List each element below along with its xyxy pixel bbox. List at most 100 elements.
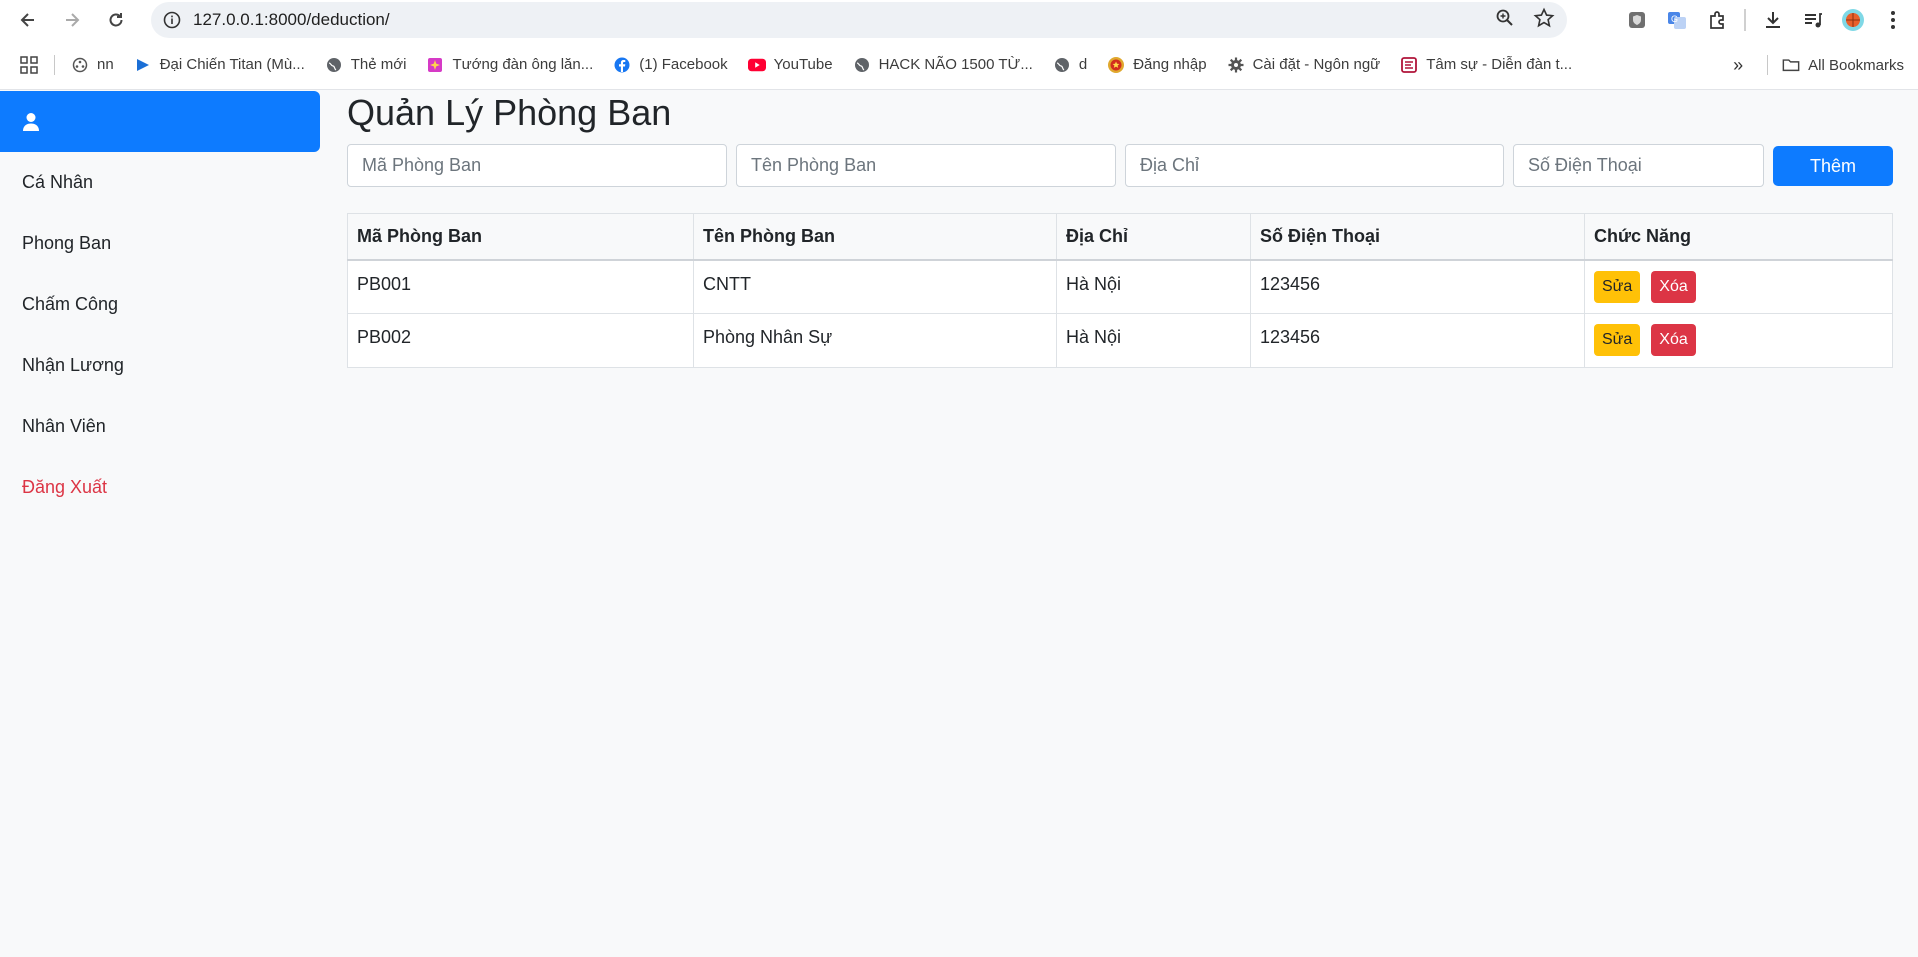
chevron-double-right-icon[interactable]: » — [1733, 55, 1743, 76]
emblem-icon — [1107, 56, 1125, 74]
bookmark-label: Thẻ mới — [350, 56, 407, 73]
address-bar[interactable]: 127.0.0.1:8000/deduction/ — [151, 2, 1567, 38]
gear-icon — [1227, 56, 1245, 74]
delete-button[interactable]: Xóa — [1651, 270, 1696, 303]
edit-button[interactable]: Sửa — [1594, 324, 1641, 356]
url-text: 127.0.0.1:8000/deduction/ — [193, 10, 390, 29]
cell-actions: Sửa Xóa — [1584, 313, 1893, 368]
department-table: Mã Phòng Ban Tên Phòng Ban Địa Chỉ Số Đi… — [347, 213, 1893, 368]
translate-extension-icon[interactable]: G — [1664, 7, 1690, 33]
column-header: Mã Phòng Ban — [347, 213, 694, 261]
column-header: Chức Năng — [1584, 213, 1893, 261]
sidebar-item-nhan-vien[interactable]: Nhân Viên — [0, 396, 320, 457]
bookmark-label: HACK NÃO 1500 TỪ... — [878, 56, 1033, 73]
forward-button[interactable] — [52, 0, 92, 40]
puzzle-extensions-icon[interactable] — [1704, 7, 1730, 33]
all-bookmarks-button[interactable]: All Bookmarks — [1774, 50, 1904, 80]
bookmark-item[interactable]: Tướng đàn ông lăn... — [416, 50, 603, 80]
youtube-icon — [747, 56, 766, 74]
back-button[interactable] — [8, 0, 48, 40]
facebook-icon — [613, 56, 631, 74]
all-bookmarks-label: All Bookmarks — [1808, 56, 1904, 74]
bookmark-item[interactable]: Đại Chiến Titan (Mù... — [124, 50, 315, 80]
bookmark-item[interactable]: HACK NÃO 1500 TỪ... — [843, 50, 1043, 80]
sidebar-item-cham-cong[interactable]: Chấm Công — [0, 274, 320, 335]
bookmark-item[interactable]: (1) Facebook — [603, 50, 737, 80]
bookmark-item[interactable]: Tâm sự - Diễn đàn t... — [1390, 50, 1582, 80]
arrow-left-icon — [20, 13, 34, 27]
bookmark-label: nn — [97, 56, 114, 73]
bookmark-item[interactable]: nn — [61, 50, 124, 80]
sidebar-item-dang-xuat[interactable]: Đăng Xuất — [0, 457, 320, 518]
bookmark-label: Đại Chiến Titan (Mù... — [159, 56, 305, 73]
page-title: Quản Lý Phòng Ban — [347, 92, 672, 133]
cell-code: PB001 — [347, 259, 694, 314]
sidebar-item-nhan-luong[interactable]: Nhận Lương — [0, 335, 320, 396]
apps-button[interactable] — [0, 50, 48, 80]
cell-name: Phòng Nhân Sự — [693, 313, 1057, 368]
table-row: PB002 Phòng Nhân Sự Hà Nội 123456 Sửa Xóa — [347, 313, 1893, 368]
sidebar-item-label: Cá Nhân — [22, 172, 94, 192]
table-row: PB001 CNTT Hà Nội 123456 Sửa Xóa — [347, 259, 1893, 314]
bookmark-label: Đăng nhập — [1133, 56, 1207, 73]
download-icon[interactable] — [1760, 7, 1786, 33]
edit-button[interactable]: Sửa — [1594, 270, 1641, 303]
zoom-icon[interactable] — [1495, 8, 1515, 33]
globe-icon — [325, 56, 343, 74]
table-header-row: Mã Phòng Ban Tên Phòng Ban Địa Chỉ Số Đi… — [347, 213, 1893, 261]
reload-icon — [109, 13, 123, 27]
folder-icon — [1782, 56, 1800, 74]
bookmark-label: Tâm sự - Diễn đàn t... — [1426, 56, 1573, 73]
sidebar-header[interactable] — [0, 91, 320, 152]
kebab-menu-icon[interactable] — [1880, 7, 1906, 33]
user-icon — [23, 112, 39, 131]
sparkle-image-icon — [426, 56, 444, 74]
bookmark-label: YouTube — [773, 56, 833, 73]
svg-text:G: G — [1671, 14, 1678, 24]
cell-actions: Sửa Xóa — [1584, 259, 1893, 314]
bookmark-item[interactable]: YouTube — [738, 50, 843, 80]
delete-button[interactable]: Xóa — [1651, 324, 1696, 356]
department-address-input[interactable] — [1125, 144, 1504, 187]
column-header: Số Điện Thoại — [1250, 213, 1585, 261]
sidebar-item-label: Đăng Xuất — [22, 477, 108, 497]
sidebar-item-label: Phong Ban — [22, 233, 112, 253]
add-department-form: Thêm — [347, 144, 1893, 188]
shield-extension-icon[interactable] — [1624, 7, 1650, 33]
cell-name: CNTT — [693, 259, 1057, 314]
cell-phone: 123456 — [1250, 259, 1585, 314]
toolbar-divider — [1744, 9, 1746, 31]
browser-toolbar: 127.0.0.1:8000/deduction/ G — [0, 0, 1918, 40]
department-phone-input[interactable] — [1513, 144, 1764, 187]
bookmark-star-icon[interactable] — [1533, 7, 1555, 34]
department-name-input[interactable] — [736, 144, 1116, 187]
column-header: Tên Phòng Ban — [693, 213, 1057, 261]
film-reel-icon — [71, 56, 89, 74]
bookmark-label: Tướng đàn ông lăn... — [452, 56, 594, 73]
bookmark-label: Cài đặt - Ngôn ngữ — [1252, 56, 1381, 73]
profile-avatar-icon[interactable] — [1840, 7, 1866, 33]
sidebar: Cá Nhân Phong Ban Chấm Công Nhận Lương N… — [0, 91, 320, 957]
sidebar-item-phong-ban[interactable]: Phong Ban — [0, 213, 320, 274]
site-info-icon[interactable] — [161, 9, 183, 31]
bookmark-label: (1) Facebook — [639, 56, 728, 73]
play-triangle-icon — [134, 56, 152, 74]
sidebar-item-ca-nhan[interactable]: Cá Nhân — [0, 152, 320, 213]
department-code-input[interactable] — [347, 144, 727, 187]
bookmarks-bar: nn Đại Chiến Titan (Mù... Thẻ mới Tướng … — [0, 40, 1918, 90]
department-table-container: Mã Phòng Ban Tên Phòng Ban Địa Chỉ Số Đi… — [347, 213, 1893, 368]
bookmark-divider — [54, 54, 55, 75]
bookmark-item[interactable]: d — [1043, 50, 1097, 80]
bookmark-item[interactable]: Đăng nhập — [1097, 50, 1216, 80]
bookmarks-bar-right: » All Bookmarks — [1733, 50, 1904, 80]
sidebar-nav: Cá Nhân Phong Ban Chấm Công Nhận Lương N… — [0, 152, 320, 518]
media-control-icon[interactable] — [1800, 7, 1826, 33]
cell-phone: 123456 — [1250, 313, 1585, 368]
sidebar-item-label: Nhận Lương — [22, 355, 124, 375]
reload-button[interactable] — [96, 0, 136, 40]
bookmark-item[interactable]: Cài đặt - Ngôn ngữ — [1217, 50, 1391, 80]
bookmark-item[interactable]: Thẻ mới — [315, 50, 417, 80]
forum-icon — [1400, 56, 1418, 74]
add-button[interactable]: Thêm — [1773, 146, 1893, 186]
globe-icon — [1053, 56, 1071, 74]
